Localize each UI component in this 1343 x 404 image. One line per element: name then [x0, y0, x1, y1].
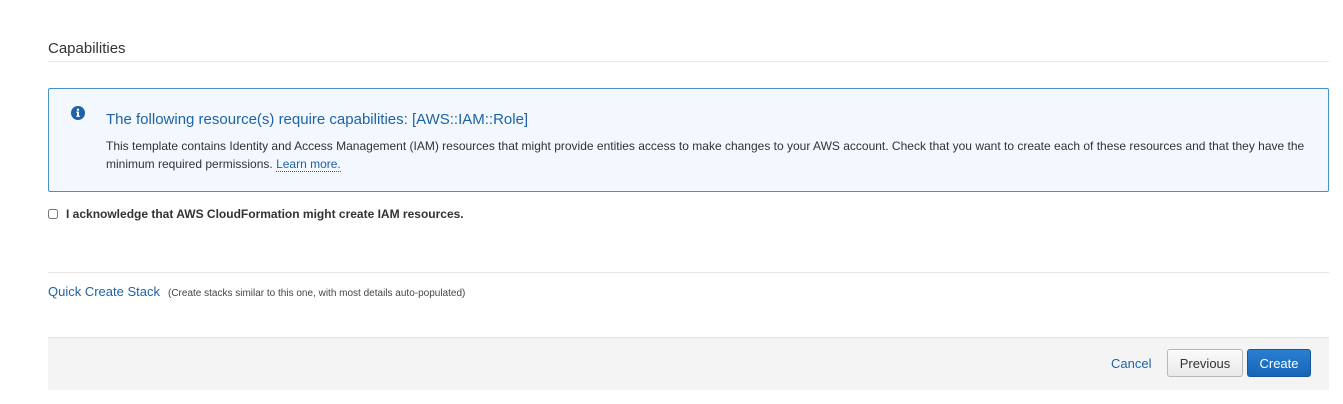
- quick-create-divider: [48, 272, 1329, 273]
- quick-create-row: Quick Create Stack (Create stacks simila…: [48, 284, 465, 299]
- info-circle-icon: [71, 106, 85, 120]
- acknowledge-checkbox[interactable]: [48, 209, 58, 219]
- section-title: Capabilities: [48, 40, 126, 57]
- previous-button[interactable]: Previous: [1167, 349, 1243, 377]
- cancel-link[interactable]: Cancel: [1111, 356, 1151, 371]
- capabilities-info-box: The following resource(s) require capabi…: [48, 88, 1329, 192]
- create-button[interactable]: Create: [1247, 349, 1311, 377]
- section-divider: [48, 61, 1329, 62]
- learn-more-link[interactable]: Learn more.: [276, 157, 341, 172]
- capabilities-page: Capabilities The following resource(s) r…: [0, 0, 1343, 404]
- info-body: This template contains Identity and Acce…: [106, 137, 1311, 173]
- acknowledge-label[interactable]: I acknowledge that AWS CloudFormation mi…: [66, 207, 464, 221]
- acknowledge-row[interactable]: I acknowledge that AWS CloudFormation mi…: [48, 206, 464, 222]
- quick-create-stack-link[interactable]: Quick Create Stack: [48, 284, 160, 299]
- quick-create-description: (Create stacks similar to this one, with…: [168, 288, 466, 299]
- info-title: The following resource(s) require capabi…: [106, 111, 529, 128]
- wizard-footer: Cancel Previous Create: [48, 337, 1329, 390]
